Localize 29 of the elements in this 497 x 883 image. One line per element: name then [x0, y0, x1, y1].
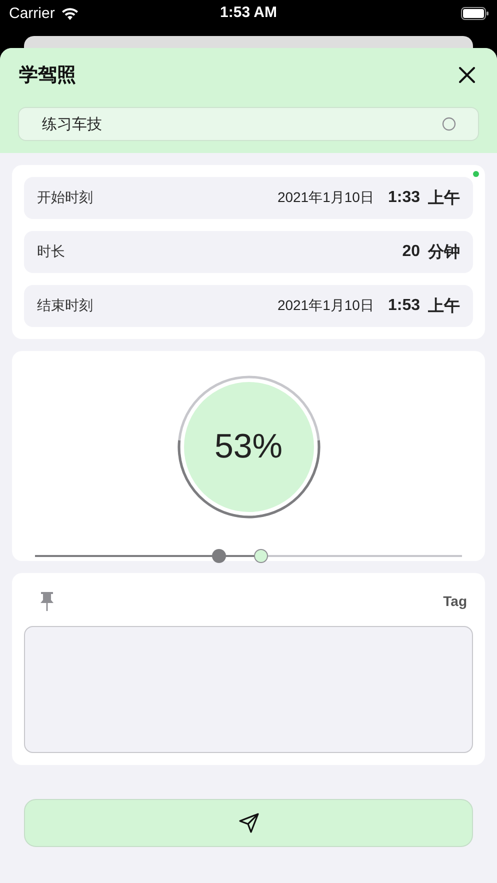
sheet-title: 学驾照	[19, 64, 76, 88]
battery-icon	[461, 6, 489, 20]
send-icon	[238, 812, 260, 834]
time-row[interactable]: 时长 20 分钟	[24, 231, 473, 273]
period-value: 上午	[428, 296, 460, 316]
period-value: 上午	[428, 188, 460, 208]
duration-unit: 分钟	[428, 242, 460, 262]
carrier-name: Carrier	[9, 4, 55, 22]
pin-icon[interactable]	[40, 592, 54, 611]
row-label: 时长	[37, 243, 65, 261]
category-field[interactable]: 练习车技	[18, 107, 479, 141]
time-value: 1:53	[388, 297, 420, 315]
note-field[interactable]	[24, 626, 473, 753]
progress-reading: 53%	[214, 428, 283, 466]
tag-label[interactable]: Tag	[443, 593, 467, 610]
wifi-icon	[60, 6, 79, 20]
start-thumb[interactable]	[212, 549, 226, 563]
time-value: 1:33	[388, 189, 420, 207]
date-value: 2021年1月10日	[277, 297, 374, 315]
close-icon[interactable]	[459, 67, 475, 83]
date-value: 2021年1月10日	[277, 189, 374, 207]
end-thumb[interactable]	[254, 549, 268, 563]
time-row[interactable]: 开始时刻 2021年1月10日 1:33 上午	[24, 177, 473, 219]
clock-time: 1:53 AM	[220, 4, 277, 21]
time-row[interactable]: 结束时刻 2021年1月10日 1:53 上午	[24, 285, 473, 327]
duration-value: 20	[402, 243, 420, 261]
status-dot	[473, 171, 479, 177]
row-label: 开始时刻	[37, 189, 93, 207]
row-label: 结束时刻	[37, 297, 93, 315]
